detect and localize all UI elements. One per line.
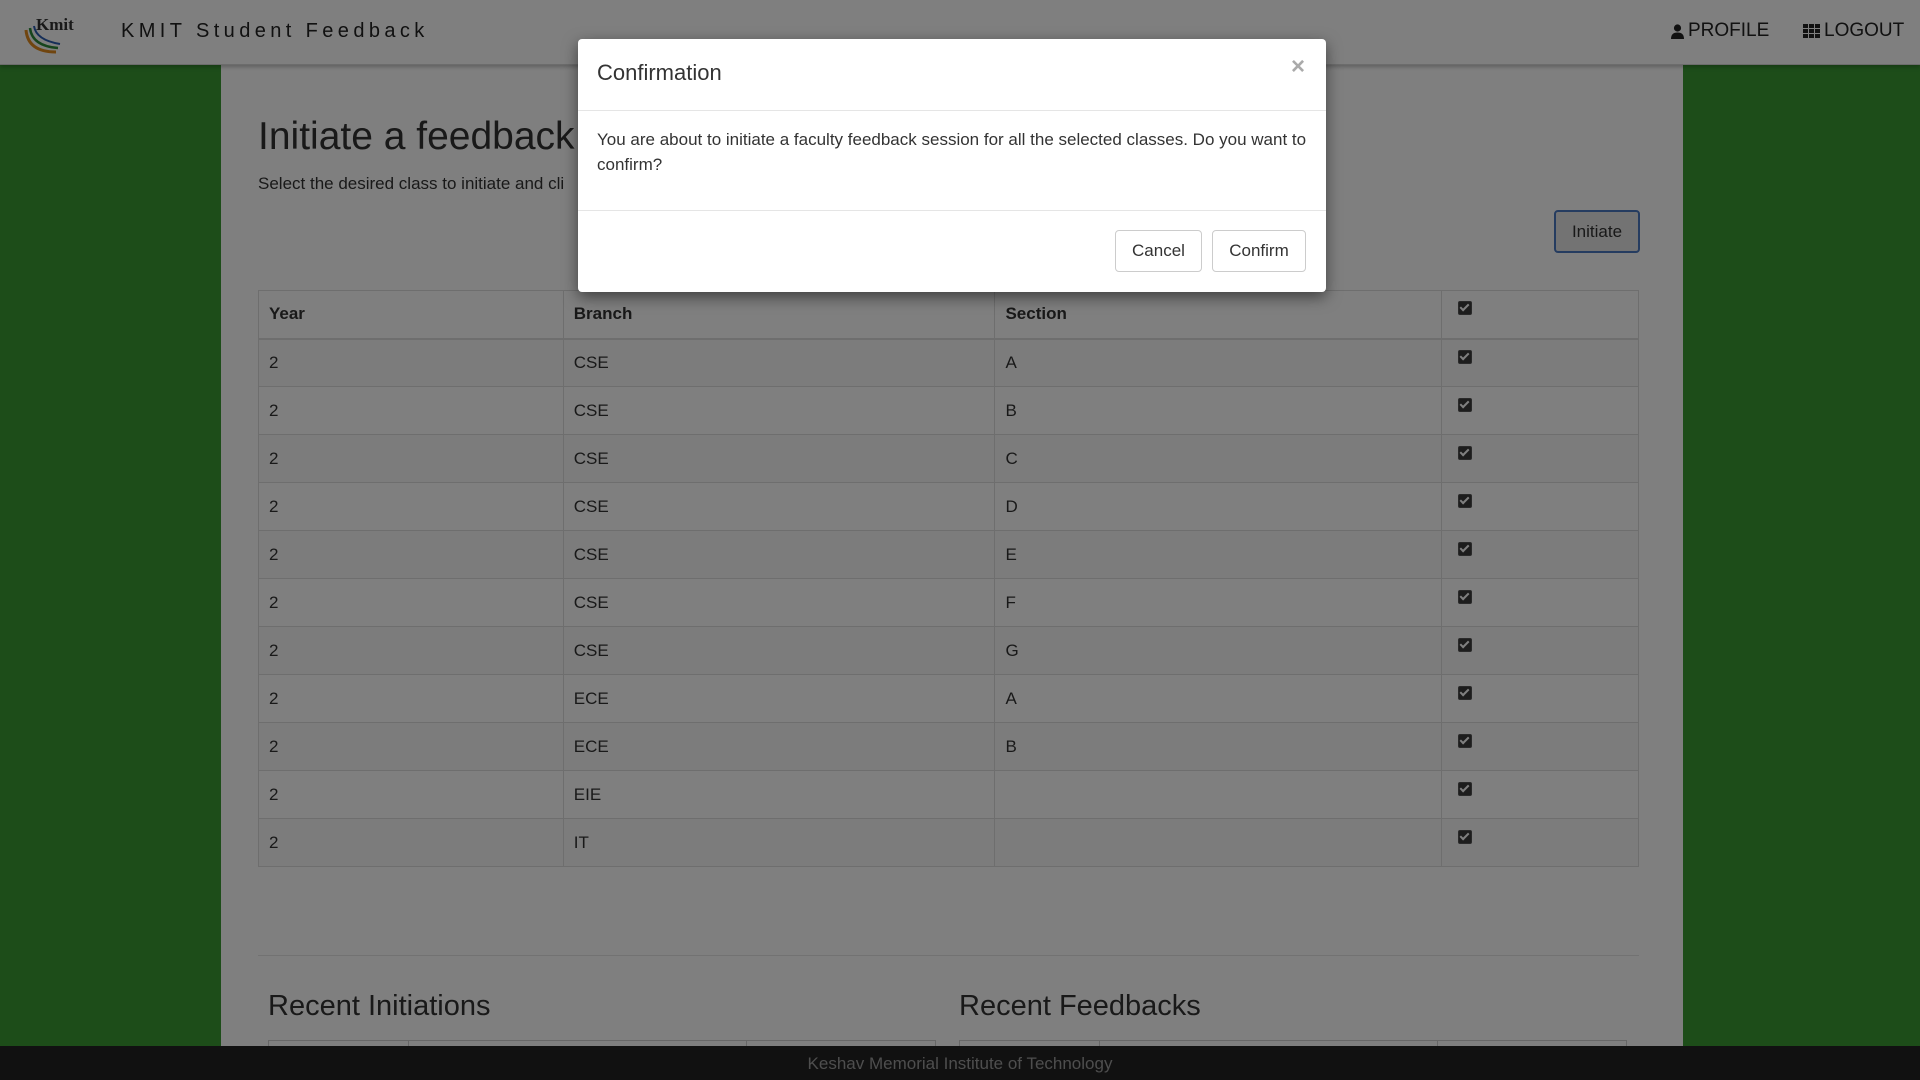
modal-header: Confirmation ×: [578, 39, 1326, 111]
modal-footer: Cancel Confirm: [578, 210, 1326, 293]
modal-title: Confirmation: [597, 60, 722, 85]
confirm-button[interactable]: Confirm: [1212, 230, 1306, 272]
close-icon[interactable]: ×: [1291, 55, 1305, 79]
cancel-button[interactable]: Cancel: [1115, 230, 1202, 272]
modal-body-text: You are about to initiate a faculty feed…: [597, 130, 1307, 174]
confirmation-modal: Confirmation × You are about to initiate…: [578, 39, 1326, 292]
